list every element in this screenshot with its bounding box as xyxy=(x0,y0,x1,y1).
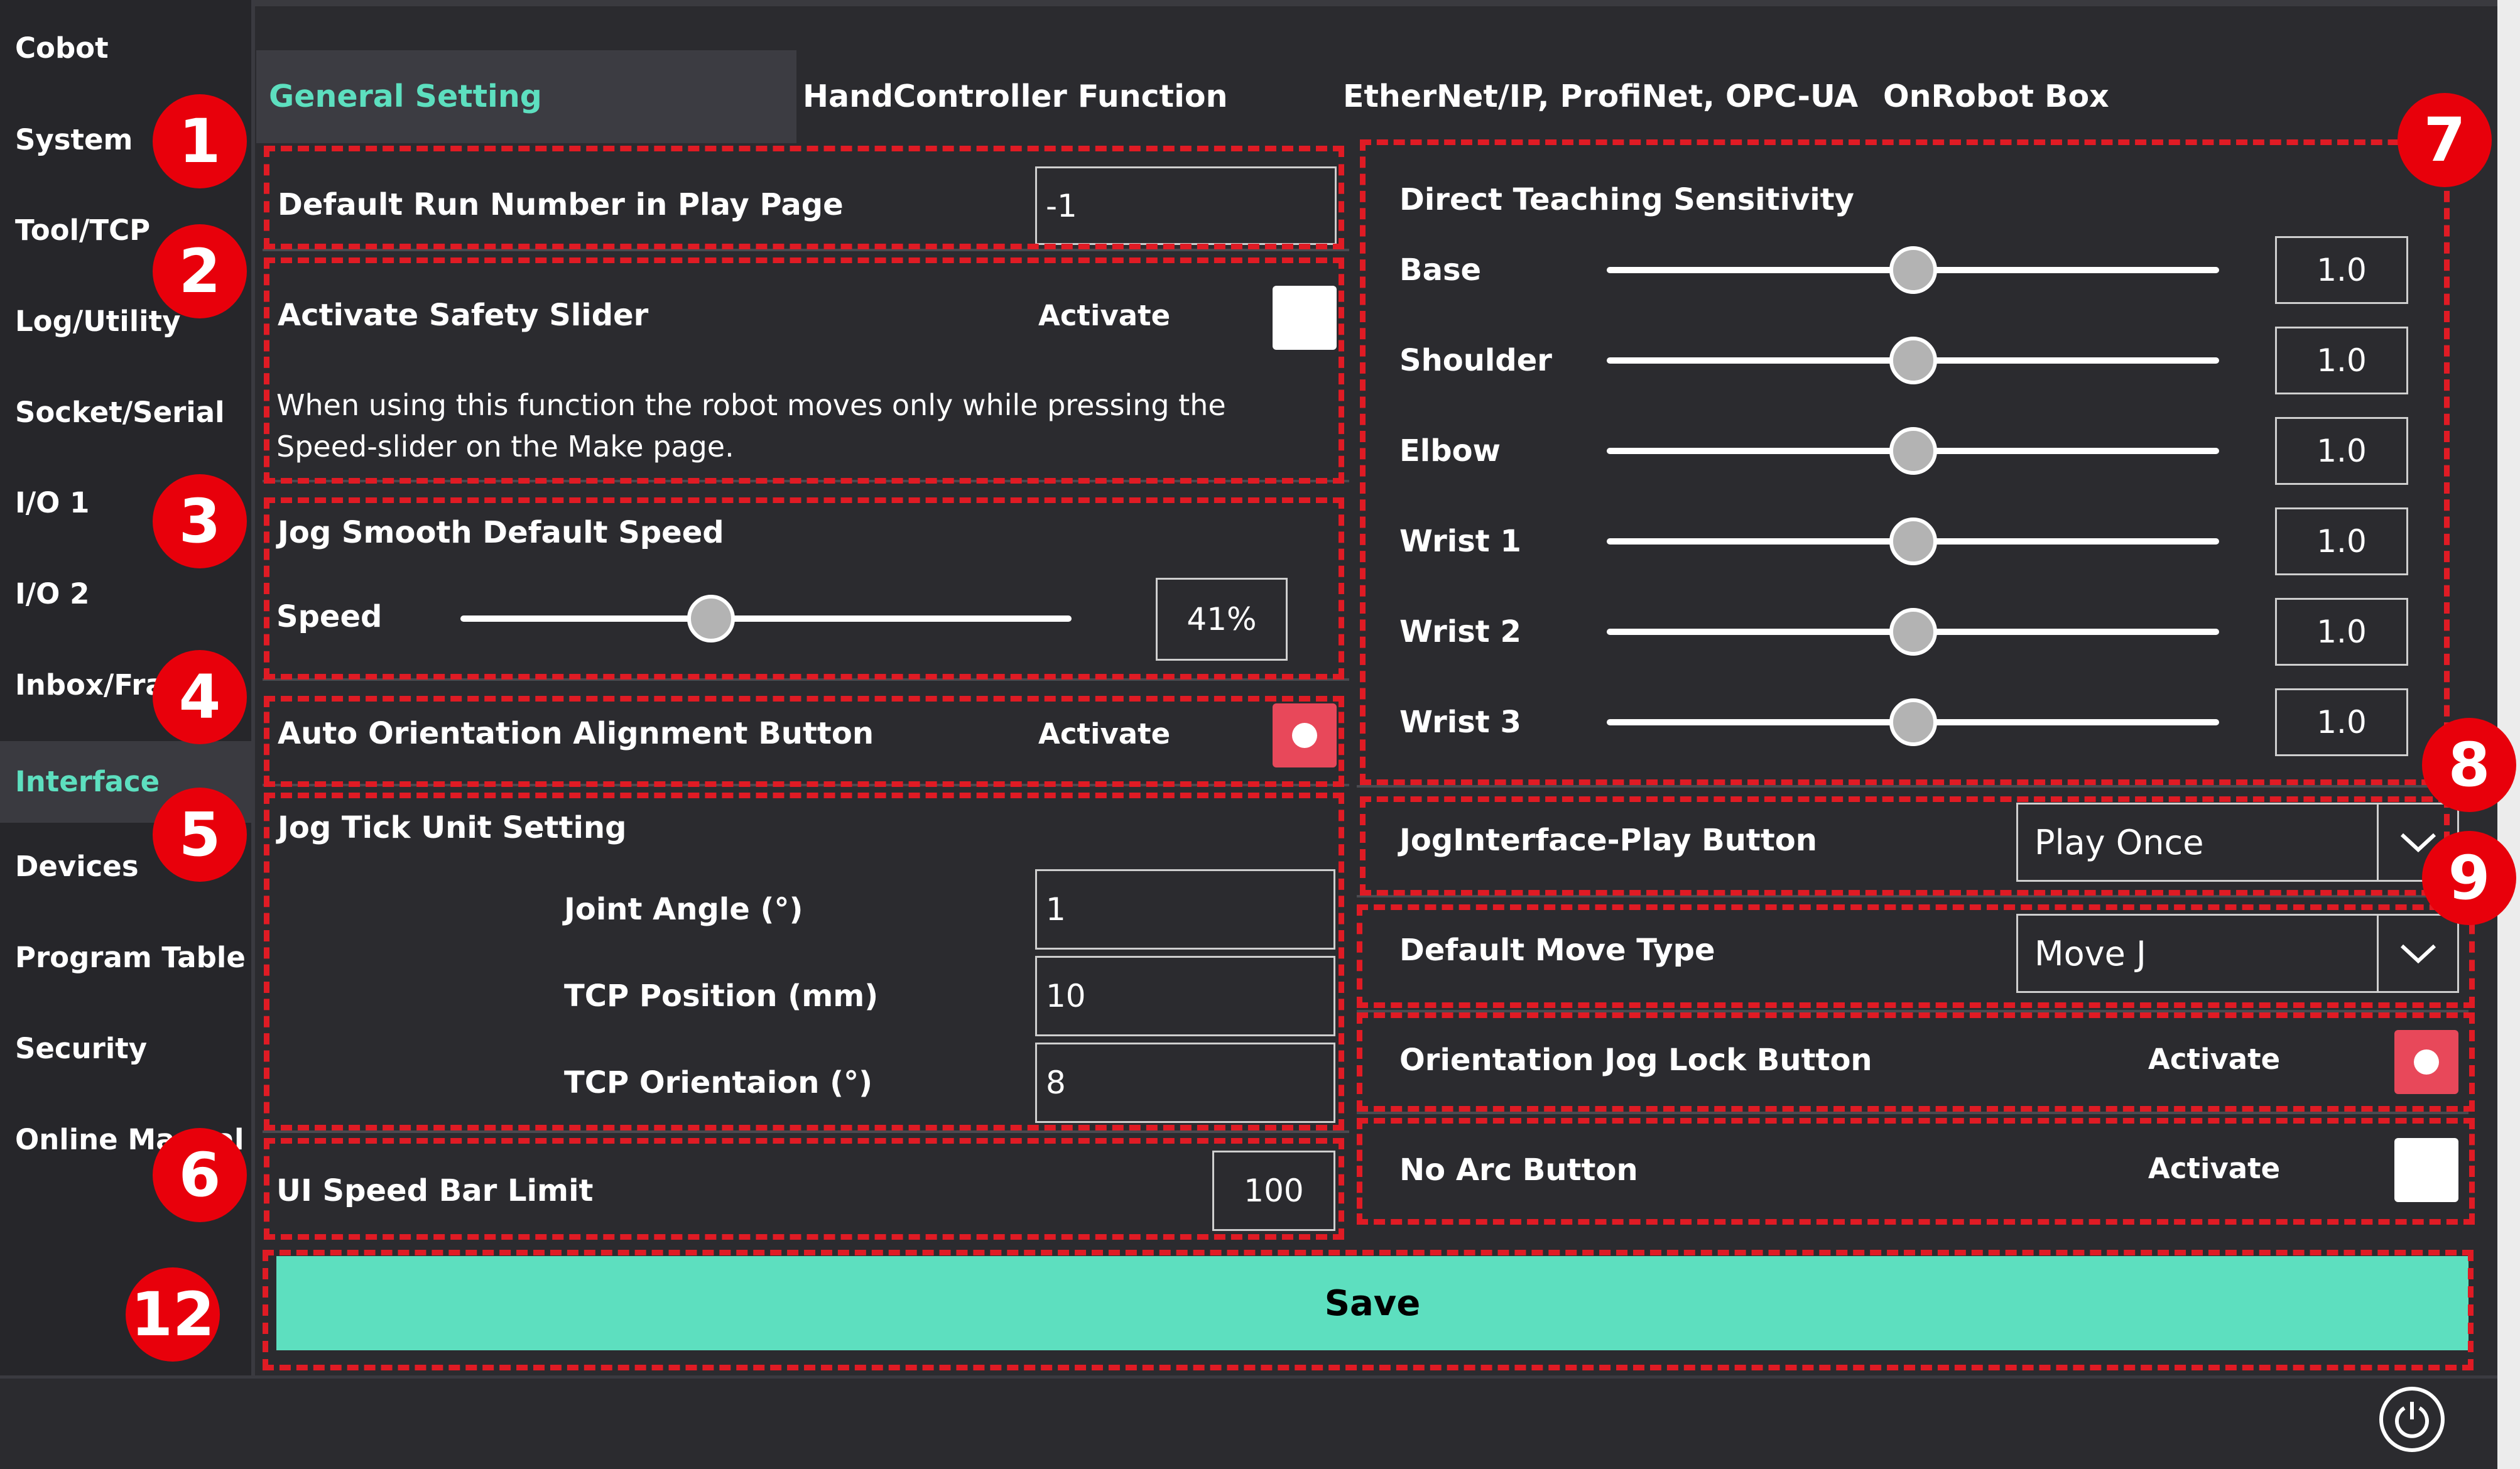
top-border xyxy=(0,0,2520,6)
callout-box-12 xyxy=(263,1250,2474,1370)
callout-badge-8: 8 xyxy=(2422,718,2516,812)
callout-box-4 xyxy=(264,696,1344,787)
callout-badge-12: 12 xyxy=(126,1267,220,1362)
tab-general-setting[interactable]: General Setting xyxy=(256,50,796,143)
callout-badge-6: 6 xyxy=(153,1128,247,1222)
sidebar-item-security[interactable]: Security xyxy=(0,1014,251,1083)
sidebar-item-io-2[interactable]: I/O 2 xyxy=(0,560,251,629)
power-icon[interactable] xyxy=(2379,1387,2445,1452)
callout-badge-4: 4 xyxy=(153,650,247,744)
callout-box-8 xyxy=(1360,796,2450,896)
callout-badge-3: 3 xyxy=(153,474,247,568)
callout-badge-5: 5 xyxy=(153,788,247,882)
callout-badge-9: 9 xyxy=(2422,831,2516,925)
sidebar-item-cobot[interactable]: Cobot xyxy=(0,14,251,83)
bottom-bar xyxy=(0,1375,2520,1469)
tab-handcontroller-function[interactable]: HandController Function xyxy=(803,50,1227,143)
sidebar-divider xyxy=(251,0,255,1375)
tab-ethernet-profinet-opcua[interactable]: EtherNet/IP, ProfiNet, OPC-UA xyxy=(1343,50,1858,143)
divider xyxy=(263,1130,1349,1133)
callout-box-3 xyxy=(264,497,1344,680)
callout-box-5 xyxy=(264,793,1344,1130)
callout-badge-1: 1 xyxy=(153,94,247,188)
divider xyxy=(1357,785,2468,788)
callout-box-no-arc xyxy=(1357,1118,2475,1225)
sidebar-item-socket-serial[interactable]: Socket/Serial xyxy=(0,378,251,447)
sidebar-item-program-table[interactable]: Program Table xyxy=(0,923,251,992)
divider xyxy=(1357,1112,2468,1114)
callout-box-9 xyxy=(1357,904,2475,1008)
callout-box-7 xyxy=(1360,139,2450,785)
callout-box-1 xyxy=(264,146,1344,249)
callout-box-6 xyxy=(264,1138,1344,1240)
callout-box-orientation-lock xyxy=(1357,1012,2475,1112)
callout-badge-7: 7 xyxy=(2398,93,2492,187)
callout-badge-2: 2 xyxy=(153,224,247,318)
callout-box-2 xyxy=(264,257,1344,484)
tab-onrobot-box[interactable]: OnRobot Box xyxy=(1883,50,2109,143)
